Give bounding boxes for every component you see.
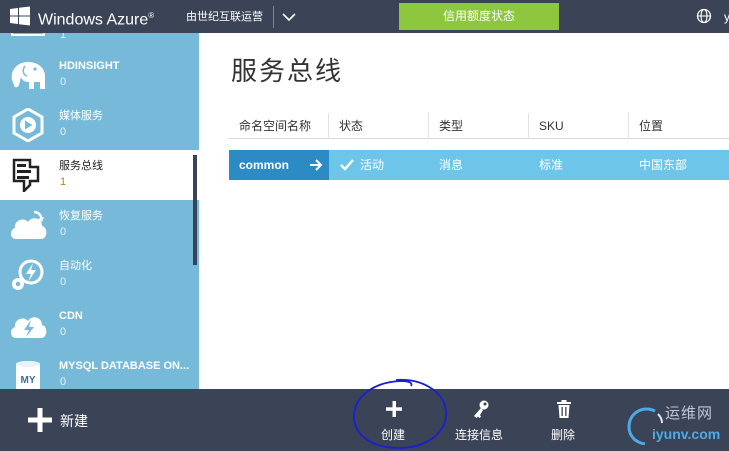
chevron-down-icon[interactable] [281, 9, 297, 25]
plus-icon [386, 401, 402, 417]
namespace-name-cell[interactable]: common [229, 150, 329, 180]
watermark: 运维网 iyunv.com [625, 403, 729, 447]
media-services-icon [12, 108, 44, 142]
location-cell: 中国东部 [639, 158, 688, 172]
connection-info-button[interactable]: 连接信息 [444, 389, 514, 451]
create-label: 创建 [380, 428, 405, 442]
sidebar: 1 HDINSIGHT 0 媒体服务 0 服务总线 1 恢复服务 0 自动化 0… [0, 33, 199, 389]
sidebar-item-service-bus[interactable]: 服务总线 1 [0, 150, 199, 200]
automation-icon [12, 259, 44, 290]
sidebar-item-count: 0 [60, 376, 67, 388]
type-cell: 消息 [439, 158, 464, 172]
sidebar-item-label: 服务总线 [59, 160, 103, 172]
sidebar-item-cdn[interactable]: CDN 0 [0, 300, 199, 350]
connection-info-label: 连接信息 [454, 428, 503, 442]
sidebar-item-automation[interactable]: 自动化 0 [0, 250, 199, 300]
namespace-name[interactable]: common [239, 150, 289, 180]
sku-cell: 标准 [539, 158, 564, 172]
delete-button[interactable]: 删除 [528, 389, 598, 451]
watermark-text: 运维网 [665, 405, 714, 422]
brand-text: Windows Azure [38, 11, 149, 29]
hdinsight-elephant-icon [11, 61, 46, 89]
sidebar-item-mysql[interactable]: MY MYSQL DATABASE ON... 0 [0, 350, 199, 389]
windows-logo-icon[interactable] [10, 6, 30, 26]
column-header-sku[interactable]: SKU [529, 113, 629, 139]
top-bar: Windows Azure® 由世纪互联运营 信用额度状态 y [0, 0, 729, 33]
sidebar-item-hdinsight[interactable]: HDINSIGHT 0 [0, 50, 199, 100]
column-header-namespace[interactable]: 命名空间名称 [229, 113, 329, 139]
sidebar-item-label: HDINSIGHT [59, 60, 120, 72]
sidebar-item-count: 1 [60, 176, 67, 188]
sidebar-item-recovery-services[interactable]: 恢复服务 0 [0, 200, 199, 250]
new-plus-icon[interactable] [28, 408, 52, 432]
sidebar-item-count: 0 [60, 226, 67, 238]
new-button[interactable]: 新建 [60, 411, 88, 431]
sidebar-item-label: MYSQL DATABASE ON... [59, 360, 190, 372]
mysql-icon: MY [16, 361, 40, 389]
command-bar: 新建 创建 连接信息 删除 [0, 389, 729, 451]
column-header-type[interactable]: 类型 [429, 113, 529, 139]
sidebar-item-count: 0 [60, 126, 67, 138]
grid-icon [11, 33, 45, 36]
create-button[interactable]: 创建 [358, 389, 428, 451]
mysql-badge-text: MY [21, 375, 36, 386]
service-bus-icon [12, 158, 40, 192]
sidebar-item-count: 0 [60, 76, 67, 88]
user-menu[interactable]: y [724, 9, 729, 25]
sidebar-item-count: 0 [60, 276, 67, 288]
table-header: 命名空间名称 状态 类型 SKU 位置 [229, 113, 729, 139]
sidebar-item-label: CDN [59, 310, 83, 322]
brand-registered-mark: ® [148, 11, 155, 20]
sidebar-item-media-services[interactable]: 媒体服务 0 [0, 100, 199, 150]
status-cell: 活动 [360, 158, 385, 172]
sidebar-item-label: 恢复服务 [59, 210, 103, 222]
column-header-location[interactable]: 位置 [629, 113, 729, 139]
subscription-name[interactable]: 由世纪互联运营 [186, 9, 263, 25]
brand-title[interactable]: Windows Azure® [38, 5, 154, 31]
sidebar-item-label: 媒体服务 [59, 110, 103, 122]
sidebar-item-count: 1 [60, 33, 67, 41]
topbar-divider [273, 6, 274, 28]
page-title: 服务总线 [231, 56, 344, 86]
sidebar-item-label: 自动化 [59, 260, 92, 272]
checkmark-icon [340, 159, 354, 171]
watermark-url: iyunv.com [652, 426, 721, 442]
table-row[interactable]: common 活动 消息 标准 中国东部 [229, 150, 729, 180]
credit-status-button[interactable]: 信用额度状态 [399, 3, 559, 30]
column-header-status[interactable]: 状态 [329, 113, 429, 139]
recovery-services-icon [10, 210, 47, 239]
sidebar-item-count: 0 [60, 326, 67, 338]
cdn-icon [10, 317, 47, 338]
sidebar-scrollbar[interactable] [193, 155, 197, 265]
key-icon [474, 400, 489, 418]
globe-icon[interactable] [696, 8, 712, 24]
delete-label: 删除 [550, 428, 575, 442]
arrow-right-icon[interactable] [309, 158, 323, 172]
trash-icon [557, 400, 571, 418]
azure-portal: Windows Azure® 由世纪互联运营 信用额度状态 y 1 HDINSI… [0, 0, 729, 451]
